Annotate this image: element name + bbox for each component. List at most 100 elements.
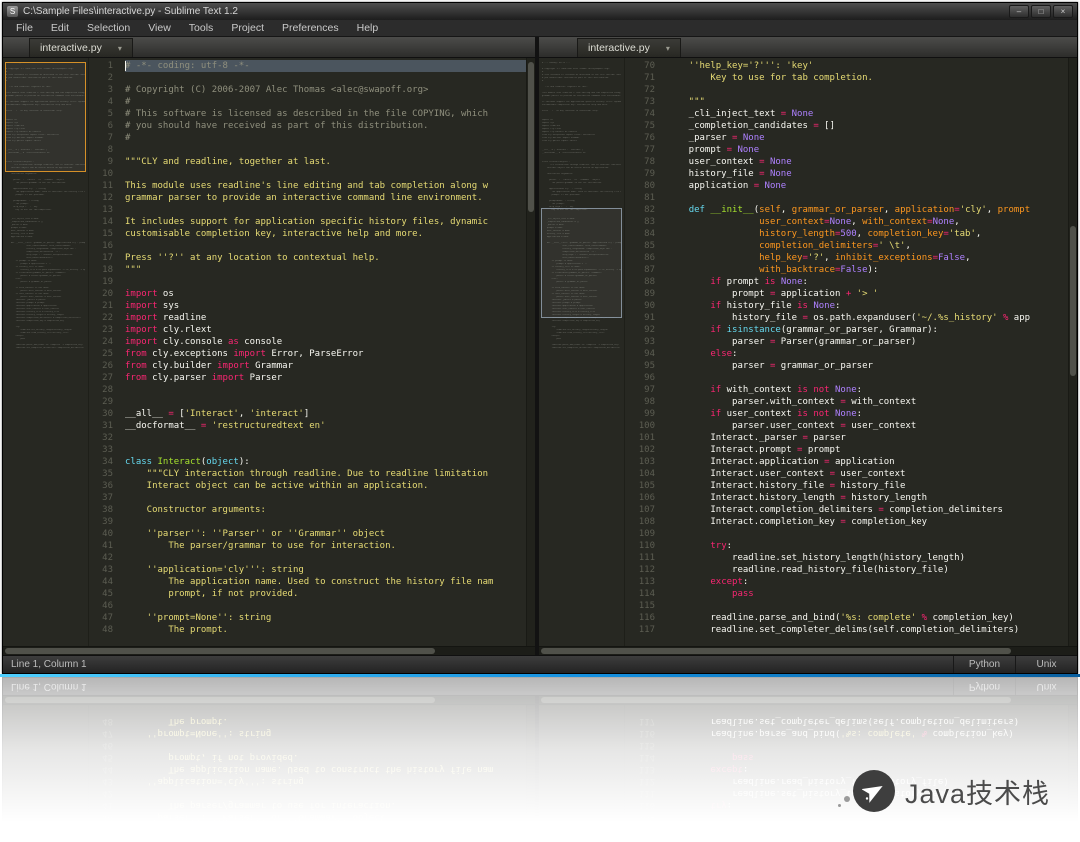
code-line: # you should have received as part of th… [125, 120, 526, 132]
line-number: 11 [89, 180, 113, 192]
code-line: user_context=None, with_context=None, [667, 216, 1068, 228]
left-horizontal-scroll-thumb[interactable] [5, 648, 435, 654]
code-line: ''parser'': ''Parser'' or ''Grammar'' ob… [125, 528, 526, 540]
paper-plane-icon [862, 779, 886, 803]
code-line: parser = Parser(grammar_or_parser) [667, 336, 1068, 348]
code-line: if user_context is not None: [667, 408, 1068, 420]
right-horizontal-scroll-thumb[interactable] [541, 648, 1011, 654]
line-number: 96 [625, 372, 655, 384]
code-line: """ [667, 96, 1068, 108]
code-line [125, 600, 526, 612]
left-vertical-scrollbar[interactable] [526, 58, 535, 646]
code-line: readline.set_history_length(history_leng… [667, 552, 1068, 564]
line-number: 84 [625, 228, 655, 240]
code-line: This module uses readline's line editing… [125, 180, 526, 192]
right-pane: interactive.py ▾ # -*- coding: utf-8 -*-… [539, 37, 1077, 655]
menu-edit[interactable]: Edit [42, 21, 78, 35]
line-number: 85 [625, 240, 655, 252]
close-button[interactable]: × [1053, 5, 1073, 18]
statusbar: Line 1, Column 1 Python Unix [3, 655, 1077, 673]
line-number: 38 [89, 504, 113, 516]
code-line: grammar parser to provide an interactive… [125, 192, 526, 204]
minimap-line: # you should have received as part of th… [542, 77, 621, 80]
right-tabstrip: interactive.py ▾ [539, 37, 1077, 58]
code-line [125, 552, 526, 564]
line-number: 17 [89, 252, 113, 264]
syntax-selector[interactable]: Python [953, 656, 1015, 673]
right-minimap-viewport[interactable] [541, 208, 622, 318]
menu-view[interactable]: View [139, 21, 180, 35]
right-code[interactable]: ''help_key='?''': 'key' Key to use for t… [661, 58, 1068, 646]
minimap-line: readline.set_completer_delims(self.compl… [542, 347, 621, 350]
line-number: 46 [89, 600, 113, 612]
right-editor-body: # -*- coding: utf-8 -*-# Copyright (C) 2… [539, 58, 1077, 646]
line-number: 75 [625, 120, 655, 132]
line-number: 83 [625, 216, 655, 228]
code-line [667, 84, 1068, 96]
maximize-button[interactable]: □ [1031, 5, 1051, 18]
left-minimap[interactable]: # -*- coding: utf-8 -*-# Copyright (C) 2… [3, 58, 89, 646]
chevron-down-icon[interactable]: ▾ [666, 44, 670, 53]
line-number: 13 [89, 204, 113, 216]
caret-position: Line 1, Column 1 [11, 659, 87, 670]
line-number: 2 [89, 72, 113, 84]
left-vertical-scroll-thumb[interactable] [528, 62, 534, 212]
watermark-text: Java技术栈 [905, 772, 1050, 811]
right-vertical-scroll-thumb[interactable] [1070, 226, 1076, 376]
code-line: import os [125, 288, 526, 300]
code-line [125, 276, 526, 288]
line-number: 3 [89, 84, 113, 96]
tab-interactive-py-left[interactable]: interactive.py ▾ [29, 38, 133, 57]
left-horizontal-scrollbar[interactable] [3, 646, 535, 655]
menu-project[interactable]: Project [222, 21, 273, 35]
line-number: 79 [625, 168, 655, 180]
minimap-line: readline.set_completer_delims(self.compl… [6, 347, 85, 350]
line-number: 73 [625, 96, 655, 108]
chevron-down-icon[interactable]: ▾ [118, 44, 122, 53]
menu-preferences[interactable]: Preferences [273, 21, 348, 35]
code-line: Press ''?'' at any location to contextua… [125, 252, 526, 264]
minimize-button[interactable]: – [1009, 5, 1029, 18]
code-line: application = None [667, 180, 1068, 192]
line-number: 33 [89, 444, 113, 456]
code-line: except: [667, 576, 1068, 588]
line-number: 113 [625, 576, 655, 588]
line-number: 88 [625, 276, 655, 288]
menu-tools[interactable]: Tools [180, 21, 223, 35]
right-horizontal-scrollbar[interactable] [539, 646, 1077, 655]
line-number: 48 [89, 624, 113, 636]
line-number: 112 [625, 564, 655, 576]
code-line: if prompt is None: [667, 276, 1068, 288]
code-line [125, 144, 526, 156]
line-endings-selector[interactable]: Unix [1015, 656, 1077, 673]
line-number: 91 [625, 312, 655, 324]
line-number: 111 [625, 552, 655, 564]
titlebar[interactable]: S C:\Sample Files\interactive.py - Subli… [3, 3, 1077, 20]
code-line [125, 72, 526, 84]
right-minimap[interactable]: # -*- coding: utf-8 -*-# Copyright (C) 2… [539, 58, 625, 646]
right-gutter: 7071727374757677787980818283848586878889… [625, 58, 661, 646]
line-number: 90 [625, 300, 655, 312]
code-line [667, 600, 1068, 612]
code-line: Interact.completion_delimiters = complet… [667, 504, 1068, 516]
line-number: 101 [625, 432, 655, 444]
left-code[interactable]: # -*- coding: utf-8 -*- # Copyright (C) … [119, 58, 526, 646]
code-line: with_backtrace=False): [667, 264, 1068, 276]
code-line: prompt = None [667, 144, 1068, 156]
window-title: C:\Sample Files\interactive.py - Sublime… [23, 6, 238, 17]
menu-selection[interactable]: Selection [78, 21, 139, 35]
code-line [125, 204, 526, 216]
code-line [125, 240, 526, 252]
code-line: # This software is licensed as described… [125, 108, 526, 120]
menu-help[interactable]: Help [348, 21, 388, 35]
tab-interactive-py-right[interactable]: interactive.py ▾ [577, 38, 681, 57]
menu-file[interactable]: File [7, 21, 42, 35]
code-line: It includes support for application spec… [125, 216, 526, 228]
line-number: 110 [625, 540, 655, 552]
line-number: 31 [89, 420, 113, 432]
right-vertical-scrollbar[interactable] [1068, 58, 1077, 646]
minimap-line: grammar parser to provide an interactive… [542, 95, 621, 98]
left-minimap-viewport[interactable] [5, 62, 86, 172]
code-line: _completion_candidates = [] [667, 120, 1068, 132]
code-line: parser.with_context = with_context [667, 396, 1068, 408]
